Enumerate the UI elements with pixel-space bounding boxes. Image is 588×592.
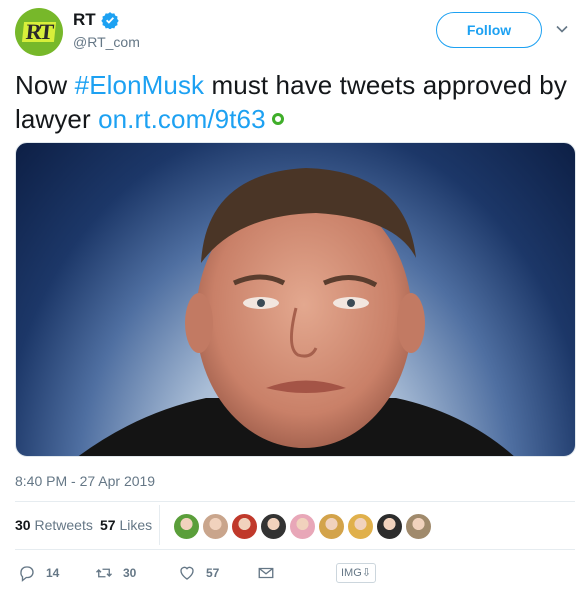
likes-label: Likes xyxy=(119,517,153,533)
like-button[interactable]: 57 xyxy=(178,564,219,582)
envelope-icon xyxy=(258,567,274,579)
retweet-icon xyxy=(96,568,112,578)
reply-count: 14 xyxy=(46,566,60,580)
verified-badge-icon xyxy=(100,12,119,29)
retweets-label: Retweets xyxy=(34,517,93,533)
link-dot-icon xyxy=(271,113,284,126)
hashtag-link[interactable]: #ElonMusk xyxy=(75,70,205,100)
divider xyxy=(15,501,575,502)
display-name[interactable]: RT xyxy=(73,10,96,30)
engagement-stats: 30 Retweets 57 Likes xyxy=(15,503,575,547)
article-link[interactable]: on.rt.com/9t63 xyxy=(98,104,266,134)
likes-stat[interactable]: 57 Likes xyxy=(100,517,152,533)
tweet-header: RT RT @RT_com Follow xyxy=(15,8,575,56)
divider xyxy=(15,549,575,550)
heart-icon xyxy=(180,566,194,580)
avatar[interactable]: RT xyxy=(15,8,63,56)
liker-avatar[interactable] xyxy=(173,513,200,540)
likes-count: 57 xyxy=(100,517,116,533)
reply-button[interactable]: 14 xyxy=(18,564,59,582)
direct-message-button[interactable] xyxy=(257,564,275,582)
retweets-count: 30 xyxy=(15,517,31,533)
follow-button[interactable]: Follow xyxy=(436,12,542,48)
liker-avatar[interactable] xyxy=(289,513,316,540)
liker-avatar[interactable] xyxy=(347,513,374,540)
reply-icon xyxy=(20,566,34,582)
tweet-photo[interactable] xyxy=(15,142,576,457)
liker-avatar[interactable] xyxy=(202,513,229,540)
liker-avatar[interactable] xyxy=(318,513,345,540)
chevron-down-icon[interactable] xyxy=(555,22,569,36)
liker-avatar[interactable] xyxy=(231,513,258,540)
name-row: RT xyxy=(73,10,119,30)
retweet-count: 30 xyxy=(123,566,137,580)
stat-divider xyxy=(159,505,160,545)
tweet-timestamp[interactable]: 8:40 PM - 27 Apr 2019 xyxy=(15,473,155,489)
liker-avatar[interactable] xyxy=(260,513,287,540)
liker-avatars xyxy=(173,513,432,540)
rt-logo-icon: RT xyxy=(22,19,56,44)
tweet-text-start: Now xyxy=(15,70,75,100)
retweets-stat[interactable]: 30 Retweets xyxy=(15,517,93,533)
portrait-photo xyxy=(78,168,514,456)
tweet-actions: 14 30 57 IMG⇩ xyxy=(15,560,575,588)
tweet-text: Now #ElonMusk must have tweets approved … xyxy=(15,68,575,136)
handle[interactable]: @RT_com xyxy=(73,34,140,50)
liker-avatar[interactable] xyxy=(376,513,403,540)
img-download-button[interactable]: IMG⇩ xyxy=(336,563,376,583)
liker-avatar[interactable] xyxy=(405,513,432,540)
retweet-button[interactable]: 30 xyxy=(95,564,136,582)
like-count: 57 xyxy=(206,566,220,580)
